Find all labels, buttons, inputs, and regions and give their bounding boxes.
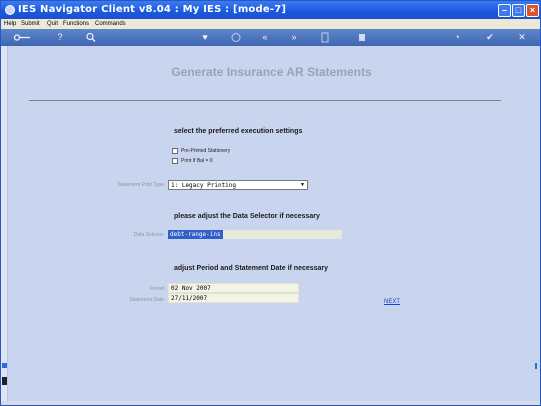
- section-execution-settings: select the preferred execution settings: [174, 128, 303, 135]
- print-type-value: 1: Legacy Printing: [171, 182, 237, 189]
- left-side-panel: [1, 46, 8, 401]
- minimize-button[interactable]: –: [498, 4, 511, 17]
- dropdown-arrow-icon[interactable]: ▼: [299, 182, 306, 188]
- print-type-select[interactable]: 1: Legacy Printing ▼: [168, 180, 308, 190]
- data-selector-input[interactable]: debt-range-ins: [168, 230, 342, 239]
- pre-printed-checkbox[interactable]: [172, 148, 178, 154]
- menu-quit[interactable]: Quit: [47, 19, 58, 29]
- section-period: adjust Period and Statement Date if nece…: [174, 265, 329, 272]
- menu-help[interactable]: Help: [4, 19, 16, 29]
- side-panel-button[interactable]: [2, 363, 7, 368]
- statement-date-value: 27/11/2007: [171, 295, 208, 302]
- print-if-bal-zero-label: Print If Bal = 0: [181, 158, 213, 164]
- heart-icon[interactable]: ♥: [199, 32, 211, 43]
- data-selector-value: debt-range-ins: [168, 230, 223, 239]
- search-icon[interactable]: [85, 32, 97, 43]
- status-bar: [1, 401, 540, 405]
- print-if-bal-zero-checkbox[interactable]: [172, 158, 178, 164]
- app-window: IES Navigator Client v8.04 : My IES : [m…: [0, 0, 541, 406]
- maximize-button[interactable]: □: [512, 4, 525, 17]
- close-icon[interactable]: ✕: [516, 32, 528, 43]
- menu-commands[interactable]: Commands: [95, 19, 126, 29]
- list-icon[interactable]: [356, 32, 368, 43]
- key-icon[interactable]: [13, 32, 31, 43]
- pre-printed-label: Pre-Printed Stationery: [181, 148, 231, 154]
- title-divider: [29, 100, 501, 101]
- settings-icon[interactable]: ◔: [451, 32, 463, 43]
- check-icon[interactable]: ✔: [484, 32, 496, 43]
- statement-date-label: Statement Date: [129, 297, 164, 303]
- period-field[interactable]: 02 Nov 2007: [168, 283, 299, 293]
- menu-bar: Help Submit Quit Functions Commands: [1, 19, 540, 29]
- back-icon[interactable]: «: [259, 32, 271, 43]
- next-link[interactable]: NEXT: [384, 299, 400, 305]
- help-icon[interactable]: ?: [54, 32, 66, 43]
- close-window-button[interactable]: ×: [526, 4, 539, 17]
- title-bar: IES Navigator Client v8.04 : My IES : [m…: [1, 1, 540, 19]
- page-title: Generate Insurance AR Statements: [171, 65, 372, 79]
- menu-functions[interactable]: Functions: [63, 19, 89, 29]
- menu-submit[interactable]: Submit: [21, 19, 40, 29]
- window-title: IES Navigator Client v8.04 : My IES : [m…: [18, 4, 287, 15]
- clock-icon[interactable]: [230, 32, 242, 43]
- period-label: Period: [149, 286, 164, 292]
- section-data-selector: please adjust the Data Selector if neces…: [174, 213, 320, 220]
- app-icon: [5, 5, 15, 15]
- print-type-label: Statement Print Type: [117, 182, 164, 188]
- data-selector-label: Data Selector: [133, 232, 164, 238]
- toolbar: ? ♥ « » ◔ ✔ ✕: [1, 29, 540, 46]
- period-value: 02 Nov 2007: [171, 285, 211, 292]
- ies-logo-icon: [2, 377, 7, 385]
- page-icon[interactable]: [319, 32, 331, 43]
- forward-icon[interactable]: »: [288, 32, 300, 43]
- statement-date-field[interactable]: 27/11/2007: [168, 293, 299, 303]
